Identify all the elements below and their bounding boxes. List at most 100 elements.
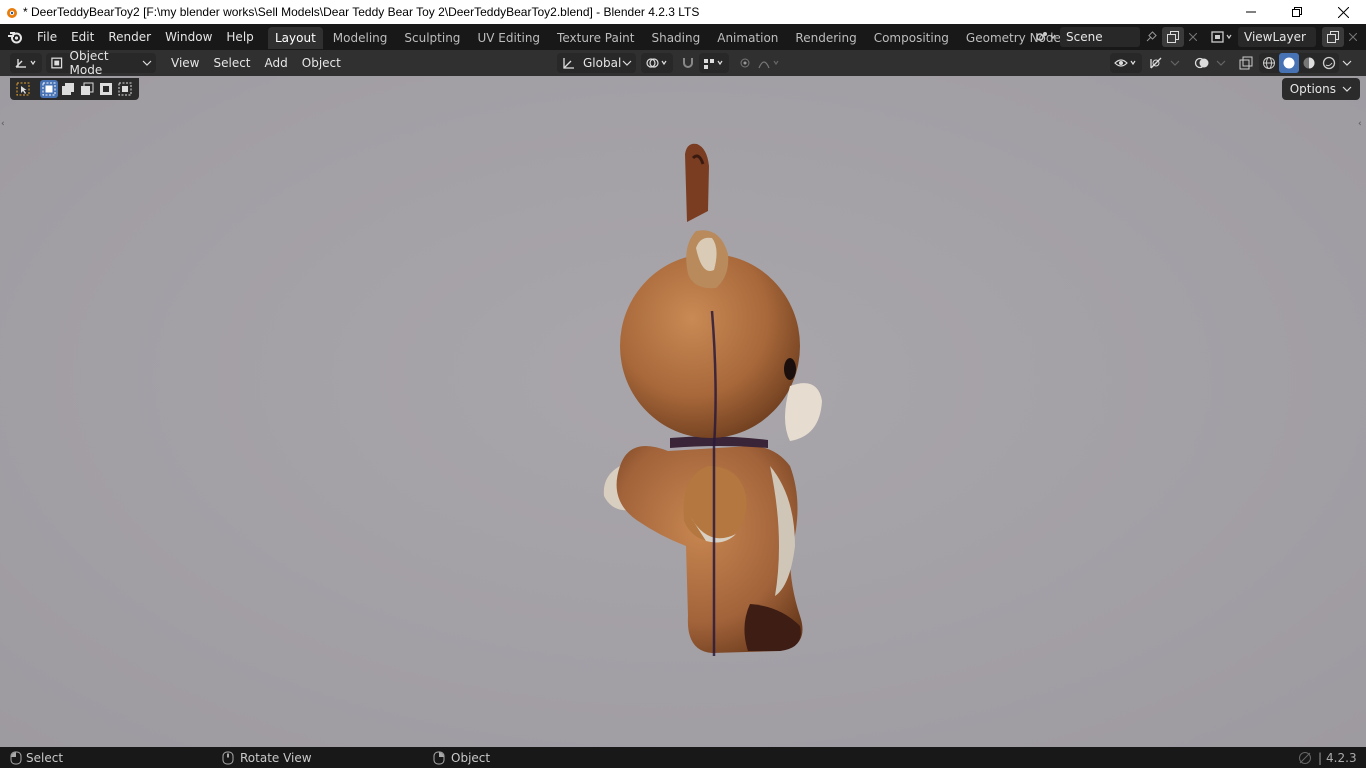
tweak-tool-button[interactable] (14, 80, 32, 98)
mode-set-new-button[interactable] (40, 80, 58, 98)
menu-help[interactable]: Help (219, 26, 260, 48)
eye-icon (1114, 59, 1136, 67)
menu-window[interactable]: Window (158, 26, 219, 48)
new-scene-button[interactable] (1162, 27, 1184, 47)
select-intersect-icon (118, 82, 132, 96)
delete-viewlayer-button[interactable] (1344, 27, 1362, 47)
mode-intersect-button[interactable] (116, 80, 134, 98)
new-viewlayer-button[interactable] (1322, 27, 1344, 47)
overlays-icon (1194, 57, 1209, 69)
blender-logo-icon (8, 32, 22, 44)
options-dropdown[interactable]: Options (1281, 78, 1360, 100)
sidebar-expand-arrow[interactable]: ‹ (1358, 118, 1366, 130)
top-bar: File Edit Render Window Help Layout Mode… (0, 24, 1366, 50)
mouse-right-icon (433, 751, 445, 764)
tab-shading[interactable]: Shading (644, 27, 707, 49)
mouse-left-icon (10, 751, 22, 764)
proportional-editing-toggle[interactable] (736, 53, 754, 73)
tab-uv-editing[interactable]: UV Editing (470, 27, 547, 49)
window-title-bar: * DeerTeddyBearToy2 [F:\my blender works… (0, 0, 1366, 24)
mode-invert-button[interactable] (97, 80, 115, 98)
shading-material-button[interactable] (1299, 53, 1319, 73)
scene-icon (1036, 32, 1056, 41)
duplicate-icon (1327, 31, 1339, 43)
pivot-icon (646, 58, 667, 68)
viewlayer-browse-button[interactable] (1208, 27, 1238, 47)
blender-menu-button[interactable] (0, 24, 30, 50)
orientation-global-icon (563, 58, 574, 69)
x-icon (1189, 33, 1197, 41)
tab-compositing[interactable]: Compositing (867, 27, 956, 49)
x-icon (1349, 33, 1357, 41)
render-layers-icon (1211, 31, 1232, 43)
snap-toggle[interactable] (678, 53, 698, 73)
duplicate-icon (1167, 31, 1179, 43)
menu-render[interactable]: Render (101, 26, 158, 48)
chevron-down-icon (1342, 86, 1352, 92)
select-new-icon (42, 82, 56, 96)
proportional-falloff-dropdown[interactable] (756, 53, 784, 73)
mode-subtract-button[interactable] (78, 80, 96, 98)
tab-modeling[interactable]: Modeling (326, 27, 395, 49)
gizmo-icon (1150, 57, 1162, 69)
overlays-dropdown[interactable] (1214, 53, 1228, 73)
snap-increment-icon (704, 59, 723, 69)
pivot-point-dropdown[interactable] (641, 53, 673, 73)
chevron-down-icon (1216, 60, 1226, 66)
3d-viewport[interactable]: Options ‹ ‹ (0, 76, 1366, 747)
menu-file[interactable]: File (30, 26, 64, 48)
delete-scene-button[interactable] (1184, 27, 1202, 47)
viewlayer-name-field[interactable]: ViewLayer (1238, 27, 1316, 47)
object-visibility-dropdown[interactable] (1110, 53, 1142, 73)
orientation-label: Global (583, 56, 622, 70)
shading-solid-button[interactable] (1279, 53, 1299, 73)
transform-orientation-dropdown[interactable]: Global (557, 53, 636, 73)
restore-icon (1292, 7, 1302, 17)
minimize-button[interactable] (1228, 0, 1274, 24)
tab-rendering[interactable]: Rendering (788, 27, 863, 49)
scene-name-field[interactable]: Scene (1060, 27, 1140, 47)
status-bar: Select Rotate View Object | 4.2.3 (0, 747, 1366, 768)
menu-select[interactable]: Select (206, 53, 257, 73)
overlays-toggle[interactable] (1192, 53, 1212, 73)
shading-dropdown[interactable] (1340, 53, 1354, 73)
close-window-button[interactable] (1320, 0, 1366, 24)
version-separator: | (1318, 750, 1323, 765)
bear-eye (784, 358, 796, 380)
gizmo-dropdown[interactable] (1168, 53, 1182, 73)
cursor-select-icon (16, 82, 30, 96)
select-invert-icon (100, 83, 112, 95)
select-extend-icon (62, 83, 74, 95)
menu-add[interactable]: Add (258, 53, 295, 73)
teddy-bear-model[interactable] (590, 136, 840, 656)
chevron-down-icon (1170, 60, 1180, 66)
mode-label: Object Mode (69, 49, 109, 77)
gizmo-toggle[interactable] (1146, 53, 1166, 73)
snap-target-dropdown[interactable] (699, 53, 729, 73)
status-object: Object (433, 747, 490, 768)
window-title: * DeerTeddyBearToy2 [F:\my blender works… (23, 5, 700, 19)
scene-browse-button[interactable] (1032, 27, 1060, 47)
status-select-label: Select (26, 750, 64, 765)
mode-dropdown[interactable]: Object Mode (46, 49, 156, 77)
xray-toggle[interactable] (1236, 53, 1256, 73)
restore-button[interactable] (1274, 0, 1320, 24)
toolbar-expand-arrow[interactable]: ‹ (1, 118, 9, 130)
tab-sculpting[interactable]: Sculpting (397, 27, 467, 49)
solid-sphere-icon (1283, 57, 1295, 69)
status-rotate: Rotate View (222, 747, 312, 768)
editor-type-dropdown[interactable] (10, 53, 42, 73)
tab-animation[interactable]: Animation (710, 27, 785, 49)
pin-scene-button[interactable] (1140, 27, 1162, 47)
menu-edit[interactable]: Edit (64, 26, 101, 48)
rendered-sphere-icon (1322, 56, 1336, 70)
tab-texture-paint[interactable]: Texture Paint (550, 27, 641, 49)
menu-view[interactable]: View (164, 53, 206, 73)
shading-mode-group (1259, 53, 1339, 73)
shading-rendered-button[interactable] (1319, 53, 1339, 73)
shading-wireframe-button[interactable] (1259, 53, 1279, 73)
mode-extend-button[interactable] (59, 80, 77, 98)
tab-layout[interactable]: Layout (268, 27, 323, 49)
menu-object[interactable]: Object (295, 53, 348, 73)
status-rotate-label: Rotate View (240, 750, 312, 765)
